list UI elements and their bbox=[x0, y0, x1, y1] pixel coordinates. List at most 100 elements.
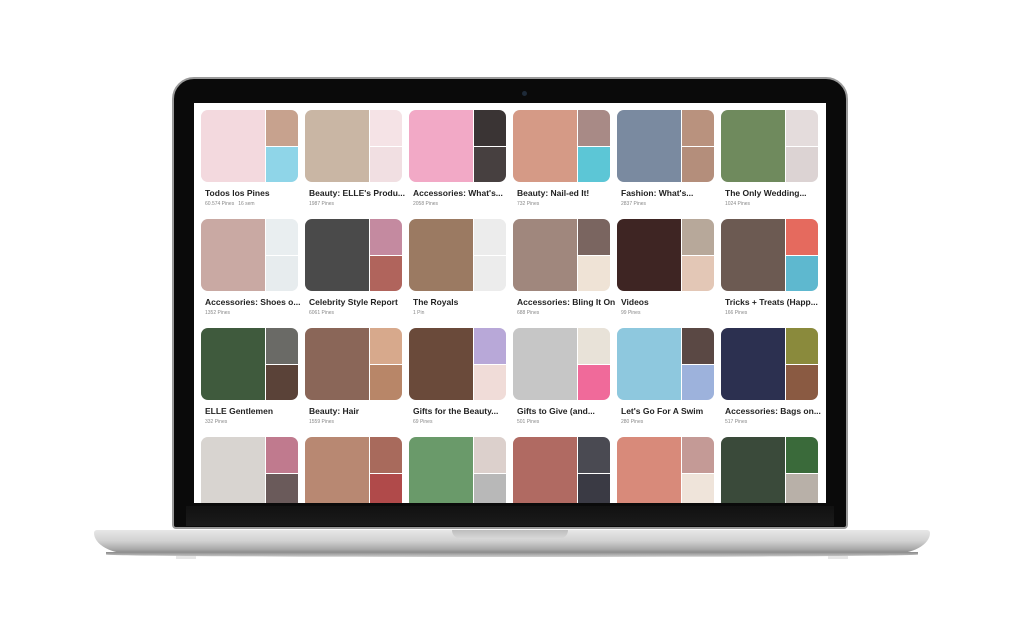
board-cover[interactable] bbox=[409, 328, 506, 400]
board-card[interactable]: Accessories: Bling It On 688 Pines bbox=[513, 219, 615, 319]
board-cover[interactable] bbox=[721, 437, 818, 503]
cover-image-thumb bbox=[681, 328, 714, 364]
board-title[interactable]: Accessories: Bling It On bbox=[517, 297, 615, 307]
board-cover[interactable] bbox=[617, 110, 714, 182]
board-card[interactable] bbox=[513, 437, 610, 503]
board-cover[interactable] bbox=[513, 219, 610, 291]
pin-count: 1 Pin bbox=[413, 310, 425, 316]
cover-image-main bbox=[409, 328, 473, 400]
board-title[interactable]: Accessories: What's... bbox=[413, 188, 506, 198]
board-card[interactable] bbox=[305, 437, 402, 503]
cover-image-thumb bbox=[369, 110, 402, 146]
cover-image-main bbox=[409, 219, 473, 291]
cover-image-thumb bbox=[577, 328, 610, 364]
board-cover[interactable] bbox=[617, 328, 714, 400]
board-cover[interactable] bbox=[305, 110, 402, 182]
board-card[interactable]: Tricks + Treats (Happ... 166 Pines bbox=[721, 219, 818, 319]
screen: Todos los Pines 60.574 Pines 16 sem Beauty:… bbox=[194, 103, 826, 503]
board-title[interactable]: Gifts to Give (and... bbox=[517, 406, 610, 416]
board-cover[interactable] bbox=[305, 437, 402, 503]
board-meta: 1987 Pines bbox=[309, 201, 402, 207]
board-title[interactable]: Let's Go For A Swim bbox=[621, 406, 714, 416]
board-title[interactable]: Fashion: What's... bbox=[621, 188, 714, 198]
board-meta: 2058 Pines bbox=[413, 201, 506, 207]
board-title[interactable]: Beauty: Nail-ed It! bbox=[517, 188, 610, 198]
board-cover[interactable] bbox=[513, 110, 610, 182]
pin-count: 732 Pines bbox=[517, 201, 540, 207]
board-card[interactable]: Accessories: What's... 2058 Pines bbox=[409, 110, 506, 210]
board-card[interactable]: ELLE Gentlemen 332 Pines bbox=[201, 328, 298, 428]
board-title[interactable]: Accessories: Shoes o... bbox=[205, 297, 300, 307]
board-card[interactable] bbox=[201, 437, 298, 503]
board-cover[interactable] bbox=[305, 219, 402, 291]
laptop-base-edge bbox=[106, 552, 918, 557]
board-cover[interactable] bbox=[305, 328, 402, 400]
board-cover[interactable] bbox=[201, 328, 298, 400]
cover-image-thumb bbox=[369, 146, 402, 182]
board-cover[interactable] bbox=[409, 110, 506, 182]
board-card[interactable]: Beauty: Nail-ed It! 732 Pines bbox=[513, 110, 610, 210]
board-card[interactable]: Beauty: ELLE's Produ... 1987 Pines bbox=[305, 110, 405, 210]
board-cover[interactable] bbox=[201, 110, 298, 182]
board-card[interactable] bbox=[721, 437, 818, 503]
board-cover[interactable] bbox=[409, 437, 506, 503]
board-cover[interactable] bbox=[201, 437, 298, 503]
pin-count: 1559 Pines bbox=[309, 419, 335, 425]
pin-count: 280 Pines bbox=[621, 419, 644, 425]
board-title[interactable]: Todos los Pines bbox=[205, 188, 298, 198]
cover-image-thumb bbox=[369, 437, 402, 473]
cover-image-thumb bbox=[785, 364, 818, 400]
pin-count: 1024 Pines bbox=[725, 201, 751, 207]
board-cover[interactable] bbox=[617, 437, 714, 503]
cover-image-main bbox=[201, 328, 265, 400]
cover-image-main bbox=[201, 219, 265, 291]
board-card[interactable]: Fashion: What's... 2837 Pines bbox=[617, 110, 714, 210]
cover-image-main bbox=[721, 219, 785, 291]
cover-image-thumb bbox=[369, 219, 402, 255]
board-card[interactable]: Accessories: Bags on... 517 Pines bbox=[721, 328, 821, 428]
board-card[interactable]: The Only Wedding... 1024 Pines bbox=[721, 110, 818, 210]
board-cover[interactable] bbox=[721, 219, 818, 291]
board-title[interactable]: Accessories: Bags on... bbox=[725, 406, 821, 416]
board-cover[interactable] bbox=[721, 110, 818, 182]
board-title[interactable]: Videos bbox=[621, 297, 714, 307]
cover-image-thumb bbox=[577, 437, 610, 473]
board-cover[interactable] bbox=[513, 437, 610, 503]
boards-grid: Todos los Pines 60.574 Pines 16 sem Beauty:… bbox=[201, 110, 821, 503]
cover-image-thumb bbox=[577, 110, 610, 146]
board-meta: 280 Pines bbox=[621, 419, 714, 425]
cover-image-main bbox=[201, 437, 265, 503]
board-title[interactable]: Celebrity Style Report bbox=[309, 297, 402, 307]
cover-image-main bbox=[305, 437, 369, 503]
cover-image-thumb bbox=[785, 219, 818, 255]
board-card[interactable]: Let's Go For A Swim 280 Pines bbox=[617, 328, 714, 428]
pin-count: 2058 Pines bbox=[413, 201, 439, 207]
board-title[interactable]: Tricks + Treats (Happ... bbox=[725, 297, 818, 307]
pin-count: 1987 Pines bbox=[309, 201, 335, 207]
board-cover[interactable] bbox=[409, 219, 506, 291]
board-card[interactable]: The Royals 1 Pin bbox=[409, 219, 506, 319]
board-card[interactable] bbox=[617, 437, 714, 503]
board-title[interactable]: Beauty: Hair bbox=[309, 406, 402, 416]
cover-image-thumb bbox=[681, 255, 714, 291]
board-cover[interactable] bbox=[201, 219, 298, 291]
board-cover[interactable] bbox=[617, 219, 714, 291]
board-title[interactable]: The Royals bbox=[413, 297, 506, 307]
cover-image-main bbox=[513, 219, 577, 291]
board-cover[interactable] bbox=[721, 328, 818, 400]
board-card[interactable]: Videos 99 Pines bbox=[617, 219, 714, 319]
board-card[interactable]: Gifts for the Beauty... 69 Pines bbox=[409, 328, 506, 428]
board-card[interactable] bbox=[409, 437, 506, 503]
board-card[interactable]: Celebrity Style Report 6061 Pines bbox=[305, 219, 402, 319]
laptop-foot bbox=[828, 556, 848, 559]
board-cover[interactable] bbox=[513, 328, 610, 400]
board-card[interactable]: Todos los Pines 60.574 Pines 16 sem bbox=[201, 110, 298, 210]
board-card[interactable]: Gifts to Give (and... 501 Pines bbox=[513, 328, 610, 428]
board-title[interactable]: Beauty: ELLE's Produ... bbox=[309, 188, 405, 198]
cover-image-thumb bbox=[473, 473, 506, 503]
board-title[interactable]: ELLE Gentlemen bbox=[205, 406, 298, 416]
board-card[interactable]: Accessories: Shoes o... 1352 Pines bbox=[201, 219, 300, 319]
board-card[interactable]: Beauty: Hair 1559 Pines bbox=[305, 328, 402, 428]
board-title[interactable]: Gifts for the Beauty... bbox=[413, 406, 506, 416]
board-title[interactable]: The Only Wedding... bbox=[725, 188, 818, 198]
